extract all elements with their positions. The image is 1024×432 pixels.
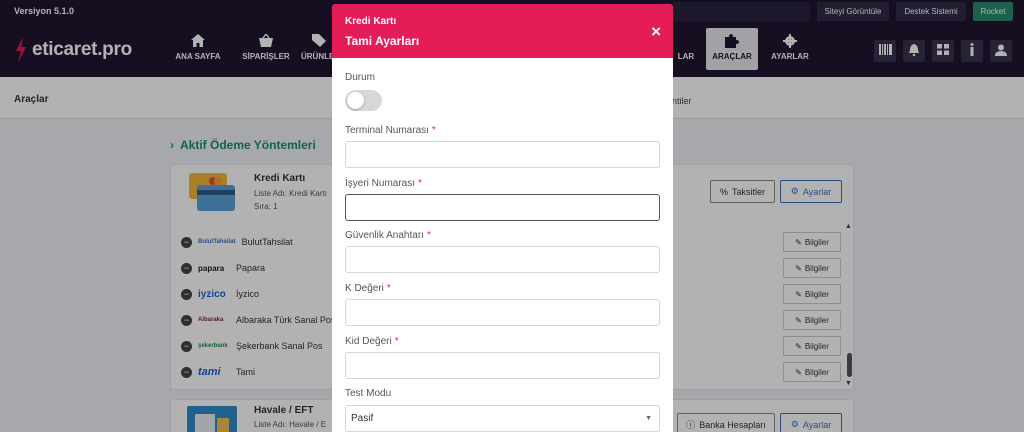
merchant-number-input[interactable]	[345, 194, 660, 221]
kid-value-label-text: Kid Değeri	[345, 336, 392, 347]
toggle-knob	[347, 92, 364, 109]
tami-settings-modal: Kredi Kartı Tami Ayarları × Durum Termin…	[332, 4, 673, 432]
k-value-label: K Değeri *	[345, 283, 391, 294]
terminal-number-input[interactable]	[345, 141, 660, 168]
terminal-number-label: Terminal Numarası *	[345, 125, 436, 136]
chevron-down-icon: ▼	[645, 415, 652, 422]
k-value-input[interactable]	[345, 299, 660, 326]
kid-value-input[interactable]	[345, 352, 660, 379]
k-value-label-text: K Değeri	[345, 283, 384, 294]
required-mark: *	[426, 230, 431, 241]
security-key-input[interactable]	[345, 246, 660, 273]
security-key-label-text: Güvenlik Anahtarı	[345, 230, 424, 241]
required-mark: *	[431, 125, 436, 136]
close-icon[interactable]: ×	[651, 22, 661, 42]
test-mode-label: Test Modu	[345, 388, 392, 399]
terminal-number-label-text: Terminal Numarası	[345, 125, 429, 136]
status-toggle[interactable]	[345, 90, 382, 111]
required-mark: *	[394, 336, 399, 347]
required-mark: *	[418, 178, 422, 189]
modal-subtitle: Kredi Kartı	[345, 16, 397, 27]
merchant-number-label: İşyeri Numarası *	[345, 178, 422, 189]
merchant-number-label-text: İşyeri Numarası	[345, 178, 416, 189]
required-mark: *	[386, 283, 391, 294]
kid-value-label: Kid Değeri *	[345, 336, 399, 347]
security-key-label: Güvenlik Anahtarı *	[345, 230, 431, 241]
modal-title: Tami Ayarları	[345, 34, 420, 48]
status-label: Durum	[345, 72, 376, 83]
test-mode-select[interactable]: Pasif ▼	[345, 405, 660, 432]
test-mode-value: Pasif	[351, 413, 374, 424]
modal-header: Kredi Kartı Tami Ayarları ×	[332, 4, 673, 58]
